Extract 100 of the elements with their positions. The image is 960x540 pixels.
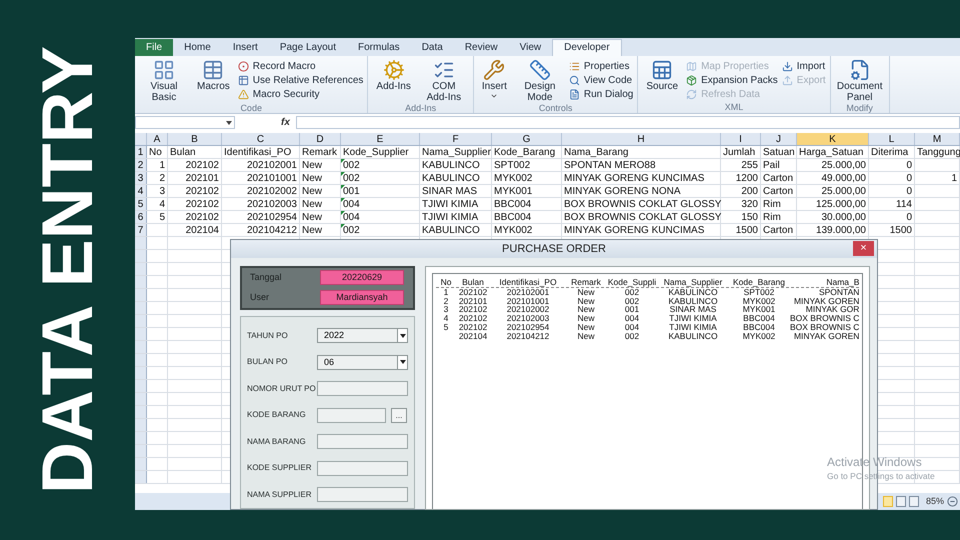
column-header[interactable]: E [341, 133, 420, 145]
column-header[interactable]: K [797, 133, 869, 145]
ribbon-tab[interactable]: Review [454, 39, 509, 56]
table-cell: 004 [343, 212, 360, 223]
table-cell: Kode_Barang [494, 147, 556, 158]
table-cell-text: 1 [950, 172, 957, 185]
column-header[interactable]: F [420, 133, 492, 145]
ribbon-button[interactable]: Insert [478, 59, 511, 100]
ribbon-tab[interactable]: File [135, 39, 174, 56]
list-cell: KABULINCO [668, 287, 718, 297]
ribbon-button[interactable]: COM Add-Ins [418, 59, 469, 103]
dialog-title: PURCHASE ORDER [502, 242, 606, 257]
list-cell: 001 [624, 304, 640, 314]
ribbon-button[interactable]: Record Macro [238, 59, 364, 73]
ribbon-button[interactable]: Properties [568, 59, 634, 73]
column-header[interactable]: I [721, 133, 761, 145]
table-cell: BBC004 [494, 199, 532, 210]
ribbon-button[interactable]: Design Mode [514, 59, 565, 103]
table-cell-text: 202101001 [246, 172, 297, 185]
table-cell: SINAR MAS [422, 186, 478, 197]
field-label: Tanggal [250, 271, 283, 284]
list-cell: 202102954 [506, 322, 550, 332]
list-cell: New [577, 330, 594, 341]
ribbon-tab[interactable]: Developer [552, 39, 622, 56]
ribbon-tab[interactable]: Formulas [347, 39, 411, 56]
browse-button[interactable]: ... [391, 408, 407, 423]
zoom-level: 85% [926, 494, 944, 508]
column-header[interactable]: A [147, 133, 168, 145]
table-cell-text: 320 [740, 198, 758, 211]
ribbon-button[interactable]: Macros [193, 59, 234, 92]
table-cell-text: 139.000,00 [814, 224, 866, 237]
table-cell: Nama_Barang [564, 147, 628, 158]
table-cell-text: 25.000,00 [820, 185, 866, 198]
row-header[interactable]: 2 [135, 159, 147, 171]
ribbon-button[interactable]: Macro Security [238, 87, 364, 101]
list-cell: BOX BROWNIS C [790, 313, 860, 324]
ribbon-button[interactable]: Visual Basic [139, 59, 189, 103]
row-header[interactable]: 1 [135, 146, 147, 158]
table-cell-text: 1500 [734, 224, 758, 237]
column-header[interactable]: H [562, 133, 721, 145]
table-cell: Identifikasi_PO [224, 147, 292, 158]
dropdown-field[interactable]: 06 [317, 354, 408, 370]
ribbon-group-label: Code [240, 103, 262, 114]
list-cell: New [577, 287, 594, 297]
ribbon-button[interactable]: Add-Ins [372, 59, 415, 92]
row-header[interactable]: 7 [135, 224, 147, 236]
ribbon-tab[interactable]: View [508, 39, 552, 56]
list-cell: 202102 [458, 322, 488, 332]
row-header[interactable]: 4 [135, 185, 147, 197]
table-cell: Satuan [763, 147, 795, 158]
ribbon-button[interactable]: Source [642, 59, 682, 92]
dropdown-field[interactable]: 2022 [317, 328, 408, 344]
table-cell: Remark [302, 147, 338, 158]
column-header[interactable]: B [168, 133, 222, 145]
ribbon-button[interactable]: Import [782, 59, 826, 73]
table-cell: Jumlah [723, 147, 756, 158]
table-cell-text: 114 [895, 198, 912, 211]
column-header[interactable]: M [915, 133, 960, 145]
table-cell: Tanggung [917, 147, 960, 158]
table-cell: No [149, 147, 162, 158]
row-header[interactable]: 6 [135, 211, 147, 223]
table-cell: MYK002 [494, 225, 532, 236]
ribbon-button[interactable]: Use Relative References [238, 73, 364, 87]
table-cell-text: 255 [740, 159, 758, 172]
ribbon-tab[interactable]: Page Layout [268, 39, 347, 56]
table-cell: Carton [763, 173, 794, 184]
column-header[interactable]: C [222, 133, 300, 145]
row-header[interactable]: 3 [135, 172, 147, 184]
list-cell: 202102 [458, 287, 488, 297]
ribbon-tab[interactable]: Insert [222, 39, 269, 56]
table-cell: MINYAK GORENG KUNCIMAS [564, 173, 704, 184]
table-cell: 002 [343, 160, 360, 171]
row-header[interactable]: 5 [135, 198, 147, 210]
column-header[interactable]: G [492, 133, 562, 145]
table-cell-text: 125.000,00 [814, 198, 866, 211]
list-cell: 002 [624, 330, 640, 341]
ribbon-button[interactable]: Run Dialog [568, 87, 634, 101]
column-header[interactable]: L [869, 133, 915, 145]
table-cell-text: 30.000,00 [820, 211, 866, 224]
list-cell: SINAR MAS [670, 304, 716, 314]
ribbon-button[interactable]: Document Panel [834, 59, 885, 103]
list-cell: 4 [444, 313, 448, 324]
ribbon-tab[interactable]: Home [173, 39, 222, 56]
table-cell: KABULINCO [422, 160, 480, 171]
ribbon-button[interactable]: View Code [568, 73, 634, 87]
close-button[interactable]: × [853, 241, 874, 256]
list-cell: 2 [444, 296, 448, 306]
column-header[interactable]: D [300, 133, 341, 145]
table-cell-text: 202102 [184, 159, 219, 172]
list-cell: 002 [624, 296, 640, 306]
ribbon-button[interactable]: Expansion Packs [686, 73, 778, 87]
table-cell: New [302, 160, 322, 171]
table-cell: MINYAK GORENG NONA [564, 186, 680, 197]
list-cell: New [577, 304, 594, 314]
ribbon-tab[interactable]: Data [410, 39, 454, 56]
table-cell: New [302, 199, 322, 210]
table-cell-text: 2 [158, 172, 165, 185]
table-cell: Harga_Satuan [799, 147, 864, 158]
list-cell: New [577, 313, 594, 324]
table-cell: Carton [763, 186, 794, 197]
